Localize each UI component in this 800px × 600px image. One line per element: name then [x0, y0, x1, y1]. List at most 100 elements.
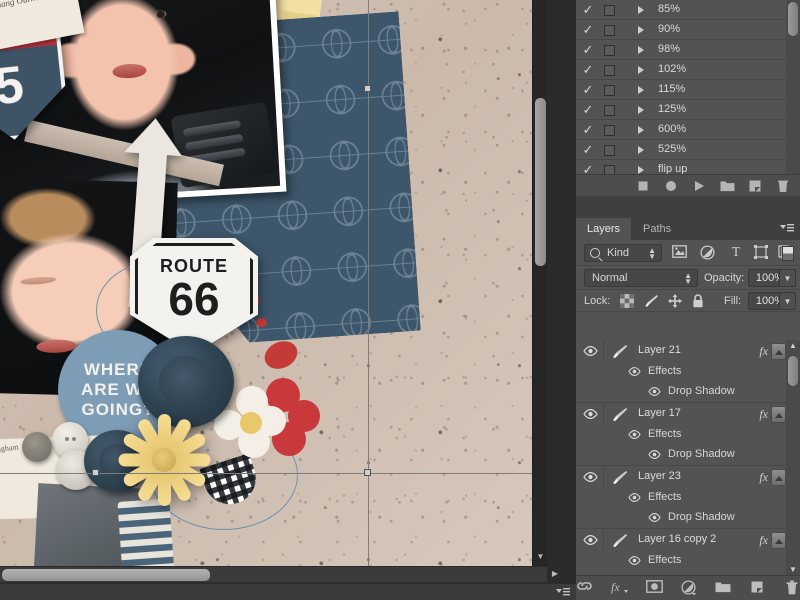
eye-icon[interactable] — [648, 387, 661, 396]
lock-transparent-pixels-checkerboard-icon[interactable] — [620, 294, 634, 308]
action-enabled-checkmark[interactable]: ✓ — [581, 23, 595, 37]
action-row[interactable]: ✓ 600% — [576, 120, 800, 140]
actions-scroll-thumb[interactable] — [788, 2, 798, 36]
lock-all-padlock-icon[interactable] — [692, 294, 706, 308]
fx-icon[interactable]: fx — [759, 470, 768, 485]
transform-handle-bottom-right[interactable] — [364, 469, 371, 476]
eye-icon[interactable] — [648, 450, 661, 459]
eye-icon[interactable] — [628, 493, 641, 502]
new-adjustment-layer-button[interactable] — [681, 580, 696, 596]
action-dialog-toggle[interactable] — [604, 65, 615, 76]
fx-icon[interactable]: fx — [759, 533, 768, 548]
action-enabled-checkmark[interactable]: ✓ — [581, 83, 595, 97]
add-layer-mask-button[interactable] — [646, 580, 663, 596]
new-action-button[interactable] — [748, 179, 762, 193]
play-button[interactable] — [692, 179, 706, 193]
new-layer-button[interactable] — [750, 580, 765, 596]
filter-enable-toggle[interactable] — [782, 246, 794, 261]
canvas-vertical-scroll-thumb[interactable] — [535, 98, 546, 266]
layer-list[interactable]: Layer 21 fx Effects Drop Shadow Layer 17 fx Ef… — [576, 340, 800, 575]
lock-image-pixels-brush-icon[interactable] — [644, 294, 658, 308]
table-row[interactable]: Layer 23 fx — [576, 466, 800, 488]
action-dialog-toggle[interactable] — [604, 25, 615, 36]
tab-layers[interactable]: Layers — [576, 218, 632, 240]
layer-effects-row[interactable]: Effects — [576, 425, 800, 445]
layers-scroll-down-arrow-icon[interactable]: ▼ — [787, 565, 799, 574]
shape-icon[interactable] — [754, 245, 770, 261]
canvas-horizontal-scroll-thumb[interactable] — [2, 569, 210, 581]
expand-effects-button[interactable] — [771, 469, 786, 486]
eye-icon[interactable] — [648, 513, 661, 522]
action-enabled-checkmark[interactable]: ✓ — [581, 43, 595, 57]
panel-menu-icon[interactable] — [780, 223, 794, 233]
layer-effect-row[interactable]: Drop Shadow — [576, 508, 800, 528]
blend-mode-select[interactable]: Normal ▲ ▼ — [584, 269, 698, 287]
expand-effects-button[interactable] — [771, 532, 786, 549]
expand-effects-button[interactable] — [771, 343, 786, 360]
chevron-right-icon[interactable] — [638, 66, 644, 74]
layer-visibility-toggle[interactable] — [576, 403, 604, 425]
eye-icon[interactable] — [628, 556, 641, 565]
layer-visibility-toggle[interactable] — [576, 340, 604, 362]
delete-layer-button[interactable] — [785, 580, 800, 596]
action-row[interactable]: ✓ 125% — [576, 100, 800, 120]
action-dialog-toggle[interactable] — [604, 85, 615, 96]
updown-stepper-icon[interactable]: ▲ ▼ — [684, 272, 692, 286]
fx-icon[interactable]: fx — [759, 407, 768, 422]
adjustment-icon[interactable] — [700, 245, 716, 261]
layer-thumbnail[interactable] — [612, 533, 628, 548]
layers-scroll-up-arrow-icon[interactable]: ▲ — [787, 341, 799, 350]
stop-button[interactable] — [636, 179, 650, 193]
chevron-right-icon[interactable] — [638, 106, 644, 114]
canvas-vertical-scrollbar[interactable]: ▼ — [532, 0, 547, 566]
action-enabled-checkmark[interactable]: ✓ — [581, 63, 595, 77]
fill-stepper-arrow[interactable]: ▼ — [779, 292, 796, 310]
layer-effects-row[interactable]: Effects — [576, 551, 800, 571]
table-row[interactable]: Layer 21 fx — [576, 340, 800, 362]
eye-icon[interactable] — [628, 367, 641, 376]
opacity-stepper-arrow[interactable]: ▼ — [779, 269, 796, 287]
record-button[interactable] — [664, 179, 678, 193]
layer-thumbnail[interactable] — [612, 470, 628, 485]
action-enabled-checkmark[interactable]: ✓ — [581, 103, 595, 117]
layer-effect-row[interactable]: Drop Shadow — [576, 382, 800, 402]
action-enabled-checkmark[interactable]: ✓ — [581, 123, 595, 137]
table-row[interactable]: Layer 16 copy 2 fx — [576, 529, 800, 551]
transform-handle-top[interactable] — [364, 85, 371, 92]
action-enabled-checkmark[interactable]: ✓ — [581, 3, 595, 17]
canvas-horizontal-scrollbar[interactable] — [0, 566, 547, 582]
type-icon[interactable]: T — [728, 245, 744, 261]
action-dialog-toggle[interactable] — [604, 45, 615, 56]
new-set-folder-button[interactable] — [720, 179, 735, 193]
action-row[interactable]: ✓ 98% — [576, 40, 800, 60]
chevron-right-icon[interactable] — [638, 146, 644, 154]
scroll-right-arrow-icon[interactable]: ▶ — [548, 566, 562, 582]
chevron-right-icon[interactable] — [638, 86, 644, 94]
tab-paths[interactable]: Paths — [632, 218, 682, 240]
updown-stepper-icon[interactable]: ▲ ▼ — [648, 247, 656, 261]
delete-action-button[interactable] — [776, 179, 790, 193]
action-row[interactable]: ✓ 90% — [576, 20, 800, 40]
action-enabled-checkmark[interactable]: ✓ — [581, 143, 595, 157]
action-row[interactable]: ✓ 102% — [576, 60, 800, 80]
table-row[interactable]: Layer 17 fx — [576, 403, 800, 425]
layer-style-fx-button[interactable]: fx — [611, 580, 628, 596]
action-dialog-toggle[interactable] — [604, 145, 615, 156]
chevron-right-icon[interactable] — [638, 166, 644, 174]
chevron-right-icon[interactable] — [638, 46, 644, 54]
link-layers-button[interactable] — [576, 580, 592, 596]
layer-kind-select[interactable]: Kind ▲ ▼ — [584, 244, 662, 262]
layer-thumbnail[interactable] — [612, 407, 628, 422]
layers-vertical-scrollbar[interactable]: ▲ ▼ — [786, 340, 800, 575]
lock-position-move-icon[interactable] — [668, 294, 682, 308]
scroll-down-arrow-icon[interactable]: ▼ — [533, 550, 548, 564]
action-row[interactable]: ✓ 85% — [576, 0, 800, 20]
fx-icon[interactable]: fx — [759, 344, 768, 359]
panel-menu-icon[interactable] — [556, 587, 570, 597]
layer-effect-row[interactable]: Drop Shadow — [576, 445, 800, 465]
layer-effects-row[interactable]: Effects — [576, 362, 800, 382]
action-dialog-toggle[interactable] — [604, 5, 615, 16]
action-dialog-toggle[interactable] — [604, 125, 615, 136]
chevron-right-icon[interactable] — [638, 26, 644, 34]
layer-thumbnail[interactable] — [612, 344, 628, 359]
